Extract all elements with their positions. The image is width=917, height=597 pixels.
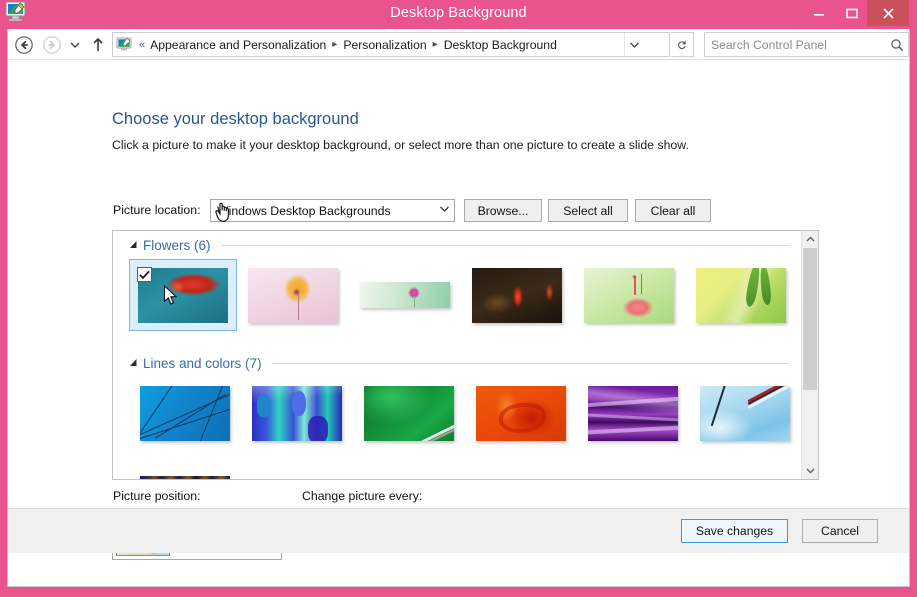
breadcrumb-separator-icon: ▸ — [432, 39, 438, 50]
page-title: Choose your desktop background — [112, 110, 359, 128]
triangle-collapse-icon[interactable] — [129, 240, 143, 251]
personalization-monitor-icon — [116, 37, 134, 53]
thumbnail-lines-4[interactable] — [465, 377, 577, 449]
picture-position-label: Picture position: — [113, 489, 201, 503]
triangle-collapse-icon[interactable] — [129, 358, 143, 369]
thumbnail-lines-2[interactable] — [241, 377, 353, 449]
thumbnail-flowers-5[interactable] — [573, 259, 685, 331]
maximize-icon — [846, 8, 858, 18]
thumbnail-lines-3[interactable] — [353, 377, 465, 449]
thumbnail-lines-1[interactable] — [129, 377, 241, 449]
chevron-down-icon — [434, 205, 454, 216]
breadcrumb-desktop-background[interactable]: Desktop Background — [442, 37, 559, 53]
group-header-flowers[interactable]: Flowers (6) — [129, 231, 789, 259]
group-divider — [271, 362, 789, 364]
scrollbar-thumb[interactable] — [803, 248, 817, 390]
thumbnail-image — [584, 267, 674, 323]
desktop-background-window: Desktop Background « Appearance and Pers… — [0, 0, 917, 597]
thumbnail-flowers-6[interactable] — [685, 259, 797, 331]
thumbnail-row-lines-2 — [113, 467, 801, 479]
breadcrumb-separator-icon: ▸ — [332, 39, 338, 50]
cancel-button[interactable]: Cancel — [802, 519, 878, 543]
search-icon[interactable] — [886, 38, 908, 52]
picture-location-value: Windows Desktop Backgrounds — [217, 203, 391, 218]
thumbnail-flowers-2[interactable] — [237, 259, 349, 331]
up-one-level-button[interactable] — [89, 34, 107, 56]
thumbnail-image — [364, 385, 454, 441]
thumbnail-lines-6[interactable] — [689, 377, 801, 449]
back-button[interactable] — [13, 34, 35, 56]
breadcrumb-bar[interactable]: « Appearance and Personalization ▸ Perso… — [112, 32, 670, 57]
thumbnail-image — [248, 267, 338, 323]
window-client-area: « Appearance and Personalization ▸ Perso… — [7, 29, 910, 587]
browse-button[interactable]: Browse... — [464, 199, 542, 222]
maximize-button[interactable] — [833, 0, 871, 26]
up-arrow-icon — [93, 37, 103, 51]
title-bar[interactable]: Desktop Background — [5, 0, 910, 29]
group-divider — [220, 244, 789, 246]
thumbnail-checkbox[interactable] — [137, 267, 152, 282]
picture-location-label: Picture location: — [113, 203, 201, 217]
search-input[interactable] — [705, 37, 886, 52]
thumbnail-image — [700, 385, 790, 441]
background-picture-list-viewport: Flowers (6) Lines and colors (7) — [113, 231, 801, 479]
thumbnail-image — [476, 385, 566, 441]
thumbnail-row-flowers — [113, 259, 801, 331]
address-bar: « Appearance and Personalization ▸ Perso… — [8, 29, 909, 60]
page-subtitle: Click a picture to make it your desktop … — [112, 138, 689, 152]
change-interval-label: Change picture every: — [302, 489, 423, 503]
thumbnail-lines-7[interactable] — [129, 467, 241, 479]
thumbnail-image — [472, 267, 562, 323]
refresh-button[interactable] — [671, 32, 694, 57]
thumbnail-lines-5[interactable] — [577, 377, 689, 449]
background-picture-list[interactable]: Flowers (6) Lines and colors (7) — [112, 230, 819, 480]
recent-pages-chevron-icon — [70, 42, 80, 48]
thumbnail-image — [588, 385, 678, 441]
breadcrumb-overflow[interactable]: « — [136, 39, 148, 51]
close-icon — [882, 7, 894, 19]
content-pane: Choose your desktop background Click a p… — [8, 60, 909, 560]
thumbnail-flowers-3[interactable] — [349, 259, 461, 331]
thumbnail-flowers-4[interactable] — [461, 259, 573, 331]
thumbnail-image — [696, 267, 786, 323]
window-title: Desktop Background — [390, 5, 527, 21]
close-button[interactable] — [867, 0, 909, 26]
minimize-icon — [814, 14, 824, 16]
breadcrumb-appearance[interactable]: Appearance and Personalization — [148, 37, 328, 53]
scroll-up-arrow-icon[interactable] — [802, 231, 818, 248]
breadcrumb-dropdown-button[interactable] — [624, 33, 644, 56]
group-label-lines-and-colors: Lines and colors (7) — [143, 355, 262, 371]
thumbnail-image — [140, 385, 230, 441]
thumbnail-image — [140, 475, 230, 479]
group-label-flowers: Flowers (6) — [143, 237, 211, 253]
clear-all-button[interactable]: Clear all — [635, 199, 711, 222]
refresh-icon — [678, 40, 686, 49]
group-header-lines-and-colors[interactable]: Lines and colors (7) — [129, 349, 789, 377]
back-arrow-icon — [15, 36, 33, 54]
recent-pages-button[interactable] — [67, 34, 83, 56]
chevron-down-icon — [630, 42, 639, 48]
forward-button[interactable] — [41, 34, 63, 56]
breadcrumb-personalization[interactable]: Personalization — [341, 37, 428, 53]
thumbnail-flowers-1[interactable] — [129, 259, 237, 331]
thumbnail-image — [252, 385, 342, 441]
scroll-down-arrow-icon[interactable] — [802, 462, 818, 479]
select-all-button[interactable]: Select all — [548, 199, 628, 222]
search-box[interactable] — [704, 32, 909, 57]
thumbnail-row-lines-1 — [113, 377, 801, 449]
picture-location-dropdown[interactable]: Windows Desktop Backgrounds — [210, 199, 455, 222]
save-changes-button[interactable]: Save changes — [681, 519, 788, 543]
forward-arrow-icon — [43, 36, 61, 54]
dialog-footer: Save changes Cancel — [8, 508, 909, 553]
list-scrollbar[interactable] — [801, 231, 818, 479]
thumbnail-image — [360, 282, 450, 308]
